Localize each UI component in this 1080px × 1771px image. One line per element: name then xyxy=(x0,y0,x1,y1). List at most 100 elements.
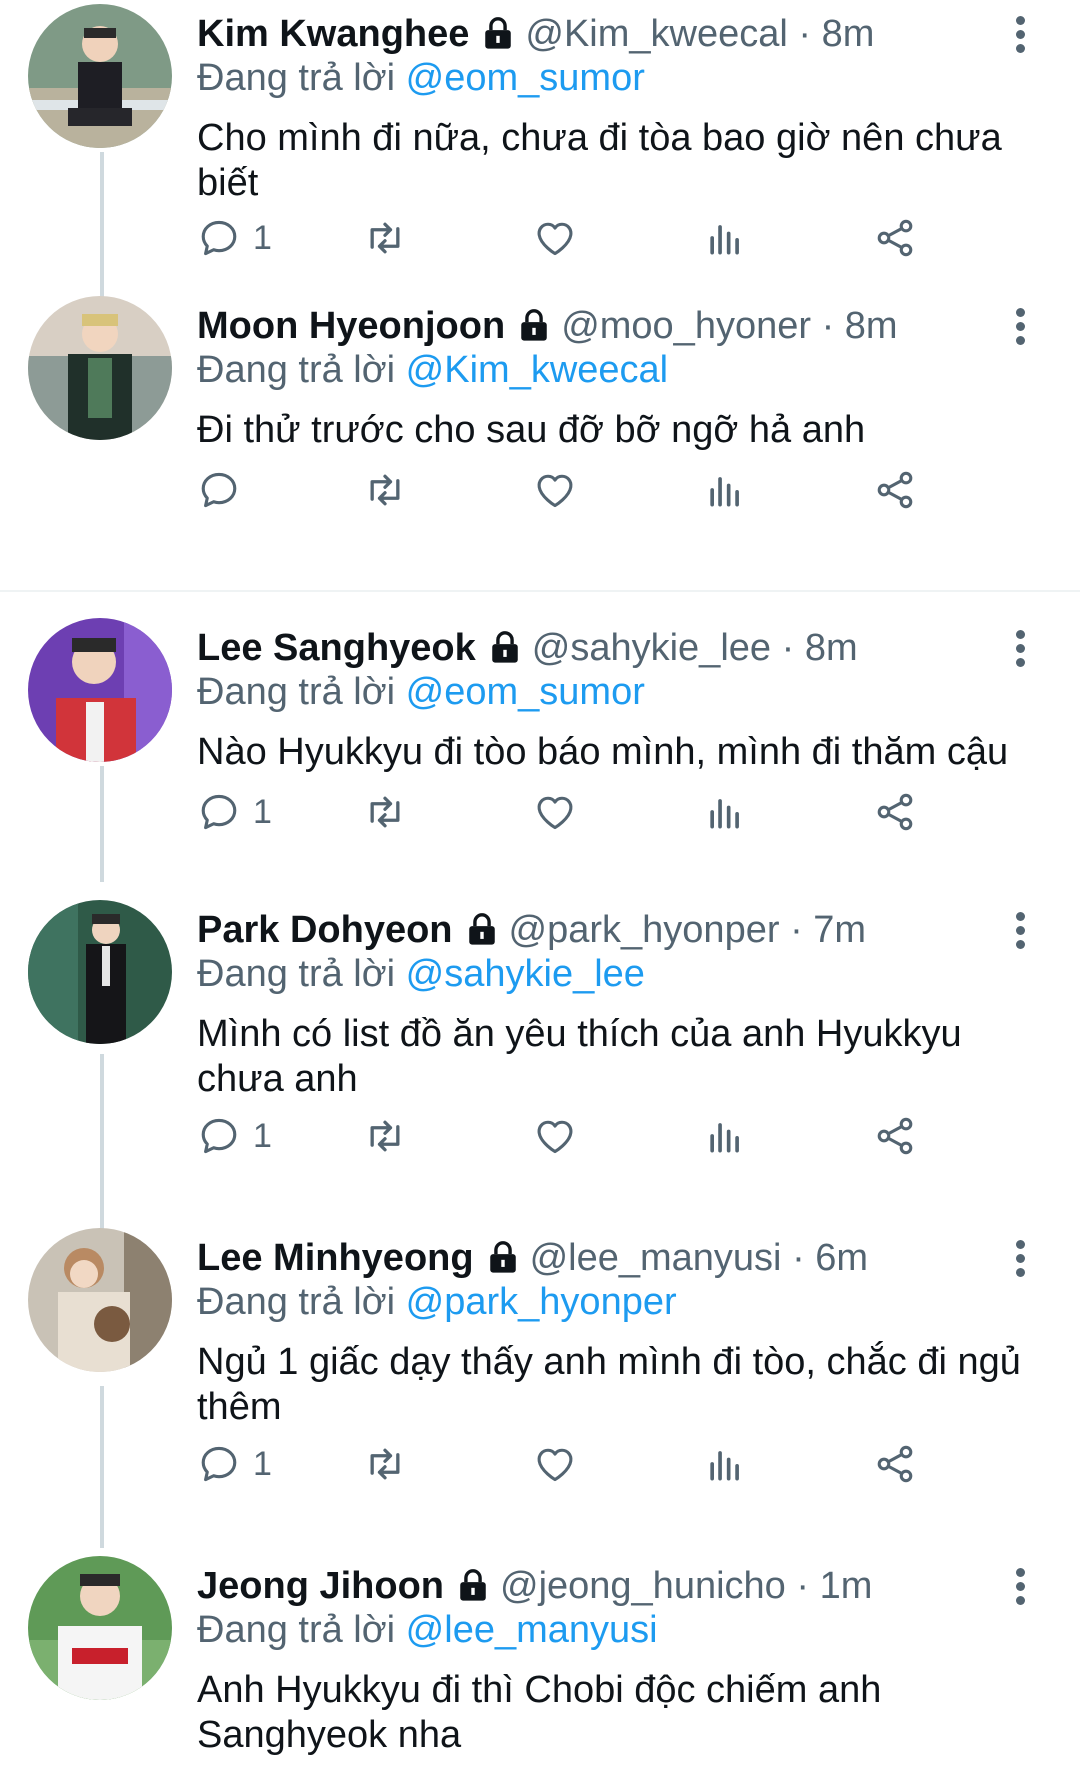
retweet-button[interactable] xyxy=(363,1436,407,1492)
like-button[interactable] xyxy=(533,784,577,840)
reply-icon xyxy=(197,216,241,260)
more-icon[interactable] xyxy=(1008,304,1032,352)
avatar[interactable] xyxy=(28,618,172,762)
replying-to: Đang trả lời @park_hyonper xyxy=(197,1280,677,1324)
tweet[interactable]: Kim Kwanghee @Kim_kweecal · 8m Đang trả l… xyxy=(0,4,1080,322)
views-button[interactable] xyxy=(703,1436,747,1492)
reply-count: 1 xyxy=(253,792,272,831)
views-button[interactable] xyxy=(703,784,747,840)
more-icon[interactable] xyxy=(1008,1564,1032,1612)
timestamp[interactable]: 8m xyxy=(845,305,898,347)
mention-link[interactable]: @eom_sumor xyxy=(406,57,645,99)
views-button[interactable] xyxy=(703,1108,747,1164)
reply-button[interactable]: 1 xyxy=(197,1436,272,1492)
share-button[interactable] xyxy=(873,1108,917,1164)
avatar[interactable] xyxy=(28,4,172,148)
tweet-text: Đi thử trước cho sau đỡ bỡ ngỡ hả anh xyxy=(197,409,866,451)
tweet[interactable]: Lee Sanghyeok @sahykie_lee · 8m Đang trả … xyxy=(0,618,1080,870)
like-icon xyxy=(533,468,577,512)
display-name[interactable]: Lee Sanghyeok xyxy=(197,627,476,669)
action-bar: 1 xyxy=(197,1108,1037,1164)
views-button[interactable] xyxy=(703,210,747,266)
like-button[interactable] xyxy=(533,462,577,518)
like-button[interactable] xyxy=(533,210,577,266)
share-icon xyxy=(873,1114,917,1158)
separator-dot: · xyxy=(790,909,803,951)
reply-prefix: Đang trả lời xyxy=(197,349,396,391)
retweet-icon xyxy=(363,1442,407,1486)
views-icon xyxy=(703,1114,747,1158)
replying-to: Đang trả lời @eom_sumor xyxy=(197,670,645,714)
share-icon xyxy=(873,1442,917,1486)
share-button[interactable] xyxy=(873,210,917,266)
reply-count: 1 xyxy=(253,1444,272,1483)
timestamp[interactable]: 1m xyxy=(820,1565,873,1607)
timestamp[interactable]: 8m xyxy=(822,13,875,55)
reply-button[interactable]: 1 xyxy=(197,784,272,840)
separator-dot: · xyxy=(792,1237,805,1279)
timestamp[interactable]: 7m xyxy=(813,909,866,951)
avatar[interactable] xyxy=(28,1556,172,1700)
share-button[interactable] xyxy=(873,784,917,840)
timestamp[interactable]: 6m xyxy=(815,1237,868,1279)
tweet[interactable]: Lee Minhyeong @lee_manyusi · 6m Đang trả … xyxy=(0,1228,1080,1528)
tweet[interactable]: Moon Hyeonjoon @moo_hyoner · 8m Đang trả … xyxy=(0,296,1080,576)
views-button[interactable] xyxy=(703,462,747,518)
retweet-icon xyxy=(363,790,407,834)
tweet-header: Jeong Jihoon @jeong_hunicho · 1m xyxy=(197,1564,872,1612)
more-icon[interactable] xyxy=(1008,1236,1032,1284)
mention-link[interactable]: @sahykie_lee xyxy=(406,953,645,995)
handle[interactable]: @moo_hyoner xyxy=(561,305,811,347)
display-name[interactable]: Lee Minhyeong xyxy=(197,1237,474,1279)
action-bar: 1 xyxy=(197,784,1037,840)
mention-link[interactable]: @park_hyonper xyxy=(406,1281,677,1323)
mention-link[interactable]: @lee_manyusi xyxy=(406,1609,658,1651)
like-icon xyxy=(533,216,577,260)
tweet[interactable]: Jeong Jihoon @jeong_hunicho · 1m Đang trả… xyxy=(0,1556,1080,1771)
separator-dot: · xyxy=(798,13,812,55)
display-name[interactable]: Kim Kwanghee xyxy=(197,13,469,55)
avatar[interactable] xyxy=(28,900,172,1044)
handle[interactable]: @sahykie_lee xyxy=(532,627,771,669)
display-name[interactable]: Jeong Jihoon xyxy=(197,1565,444,1607)
reply-prefix: Đang trả lời xyxy=(197,1281,396,1323)
tweet-header: Kim Kwanghee @Kim_kweecal · 8m xyxy=(197,12,874,60)
views-icon xyxy=(703,216,747,260)
tweet-header: Lee Sanghyeok @sahykie_lee · 8m xyxy=(197,626,858,674)
handle[interactable]: @lee_manyusi xyxy=(530,1237,782,1279)
handle[interactable]: @Kim_kweecal xyxy=(525,13,787,55)
mention-link[interactable]: @eom_sumor xyxy=(406,671,645,713)
share-button[interactable] xyxy=(873,462,917,518)
share-button[interactable] xyxy=(873,1436,917,1492)
retweet-button[interactable] xyxy=(363,784,407,840)
handle[interactable]: @park_hyonper xyxy=(509,909,780,951)
display-name[interactable]: Moon Hyeonjoon xyxy=(197,305,505,347)
reply-prefix: Đang trả lời xyxy=(197,1609,396,1651)
display-name[interactable]: Park Dohyeon xyxy=(197,909,453,951)
more-icon[interactable] xyxy=(1008,626,1032,674)
timestamp[interactable]: 8m xyxy=(805,627,858,669)
reply-button[interactable] xyxy=(197,462,253,518)
more-icon[interactable] xyxy=(1008,908,1032,956)
handle[interactable]: @jeong_hunicho xyxy=(500,1565,786,1607)
avatar[interactable] xyxy=(28,1228,172,1372)
reply-button[interactable]: 1 xyxy=(197,210,272,266)
tweet[interactable]: Park Dohyeon @park_hyonper · 7m Đang trả … xyxy=(0,900,1080,1200)
mention-link[interactable]: @Kim_kweecal xyxy=(406,349,668,391)
retweet-icon xyxy=(363,468,407,512)
tweet-text: Mình có list đồ ăn yêu thích của anh Hyu… xyxy=(197,1013,962,1100)
lock-icon xyxy=(488,630,522,674)
retweet-button[interactable] xyxy=(363,462,407,518)
tweet-text: Anh Hyukkyu đi thì Chobi độc chiếm anh S… xyxy=(197,1669,882,1756)
views-icon xyxy=(703,790,747,834)
reply-count: 1 xyxy=(253,218,272,257)
more-icon[interactable] xyxy=(1008,12,1032,60)
like-button[interactable] xyxy=(533,1108,577,1164)
tweet-text: Nào Hyukkyu đi tòo báo mình, mình đi thă… xyxy=(197,731,1009,773)
retweet-button[interactable] xyxy=(363,1108,407,1164)
reply-button[interactable]: 1 xyxy=(197,1108,272,1164)
like-button[interactable] xyxy=(533,1436,577,1492)
lock-icon xyxy=(517,308,551,352)
retweet-button[interactable] xyxy=(363,210,407,266)
avatar[interactable] xyxy=(28,296,172,440)
